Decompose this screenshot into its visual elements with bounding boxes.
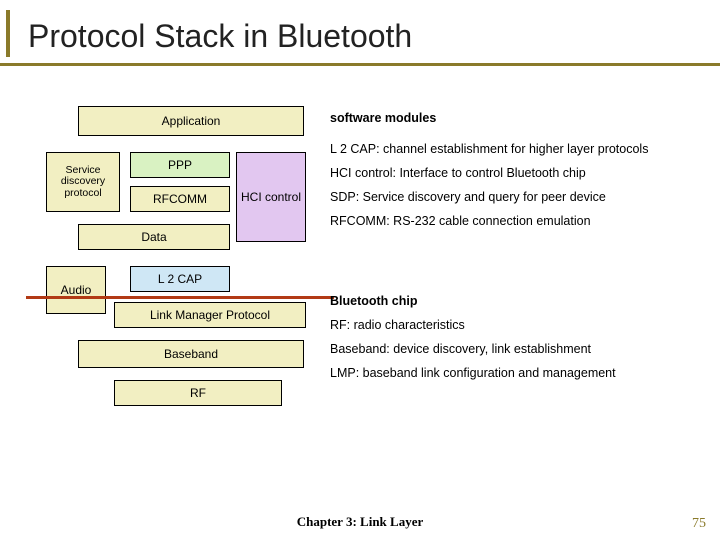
footer-chapter: Chapter 3: Link Layer: [0, 514, 720, 530]
annotation-software-modules: software modules: [330, 110, 702, 127]
block-sdp: Service discovery protocol: [46, 152, 120, 212]
block-data: Data: [78, 224, 230, 250]
block-label: L 2 CAP: [158, 272, 202, 286]
block-ppp: PPP: [130, 152, 230, 178]
page-number: 75: [692, 516, 706, 532]
block-baseband: Baseband: [78, 340, 304, 368]
block-rf: RF: [114, 380, 282, 406]
annotation-rf: RF: radio characteristics: [330, 317, 702, 334]
block-lmp: Link Manager Protocol: [114, 302, 306, 328]
annotations: software modules L 2 CAP: channel establ…: [330, 106, 702, 389]
block-rfcomm: RFCOMM: [130, 186, 230, 212]
block-application: Application: [78, 106, 304, 136]
block-l2cap: L 2 CAP: [130, 266, 230, 292]
annotation-l2cap: L 2 CAP: channel establishment for highe…: [330, 141, 702, 158]
annotation-baseband: Baseband: device discovery, link establi…: [330, 341, 702, 358]
annotation-bluetooth-chip: Bluetooth chip: [330, 293, 702, 310]
annotation-rfcomm: RFCOMM: RS-232 cable connection emulatio…: [330, 213, 702, 230]
title-bar: Protocol Stack in Bluetooth: [0, 0, 720, 66]
block-label: Baseband: [164, 347, 218, 361]
block-hci: HCI control: [236, 152, 306, 242]
block-label: PPP: [168, 158, 192, 172]
block-label: Application: [162, 114, 221, 128]
block-label: RFCOMM: [153, 192, 207, 206]
slide-content: Application Service discovery protocol P…: [0, 66, 720, 106]
block-label: protocol: [64, 188, 101, 200]
divider-line: [26, 296, 334, 299]
block-label: Data: [141, 230, 166, 244]
annotation-sdp: SDP: Service discovery and query for pee…: [330, 189, 702, 206]
annotation-hci: HCI control: Interface to control Blueto…: [330, 165, 702, 182]
annotation-lmp: LMP: baseband link configuration and man…: [330, 365, 702, 382]
block-audio: Audio: [46, 266, 106, 314]
block-label: HCI control: [241, 190, 301, 204]
block-label: Link Manager Protocol: [150, 308, 270, 322]
block-label: RF: [190, 386, 206, 400]
page-title: Protocol Stack in Bluetooth: [28, 18, 700, 55]
block-label: Audio: [61, 283, 92, 297]
